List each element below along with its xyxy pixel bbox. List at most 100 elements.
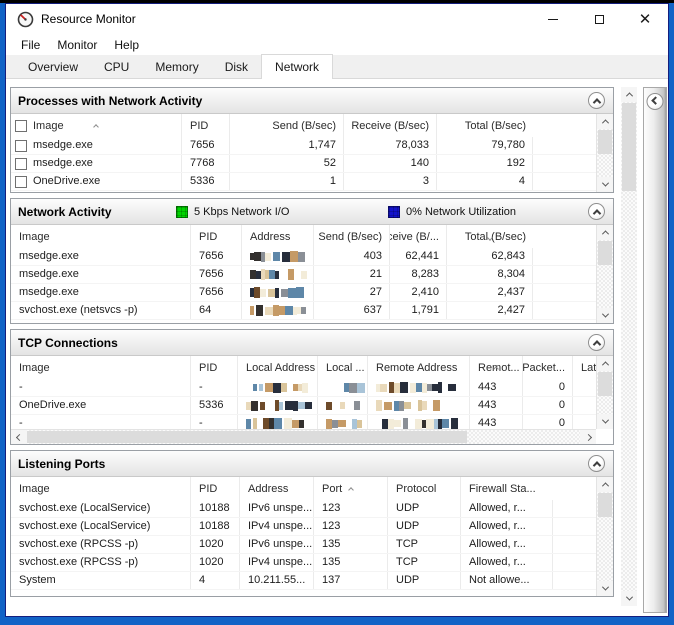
scroll-left-button[interactable] <box>11 430 27 444</box>
table-row-onedrive-exe[interactable]: OneDrive.exe 5336 1 3 4 <box>11 173 596 191</box>
table-row-msedge-exe[interactable]: msedge.exe 7768 52 140 192 <box>11 155 596 173</box>
table-row-msedge-exe[interactable]: msedge.exe 7656 21 8,283 8,304 <box>11 266 596 284</box>
column-header-remote-address[interactable]: Remote Address <box>368 356 470 379</box>
column-header-pid[interactable]: PID <box>191 477 240 500</box>
column-header-pid[interactable]: PID <box>191 225 242 248</box>
scroll-right-button[interactable] <box>580 430 596 444</box>
table-row-svchost-exe-localservice[interactable]: svchost.exe (LocalService) 10188 IPv4 unsp… <box>11 518 596 536</box>
scrollbar-thumb[interactable] <box>27 431 467 443</box>
tab-overview[interactable]: Overview <box>15 57 91 78</box>
maximize-icon <box>594 14 604 24</box>
redacted-address <box>250 251 305 263</box>
menu-help[interactable]: Help <box>107 36 146 54</box>
column-header-send-b-sec[interactable]: Send (B/sec) <box>314 225 390 248</box>
main-vertical-scrollbar[interactable] <box>621 87 637 606</box>
scroll-down-button[interactable] <box>597 414 613 429</box>
horizontal-scrollbar[interactable] <box>11 429 596 444</box>
row-filler <box>533 155 596 172</box>
column-header-image[interactable]: Image <box>11 225 191 248</box>
column-header-image[interactable]: Image <box>11 356 191 379</box>
menu-monitor[interactable]: Monitor <box>50 36 104 54</box>
row-checkbox[interactable] <box>15 139 27 152</box>
vertical-scrollbar[interactable] <box>596 114 613 192</box>
column-header-local[interactable]: Local ... <box>318 356 368 379</box>
column-header-total-b-sec[interactable]: Total (B/sec) <box>447 225 533 248</box>
column-header-packet[interactable]: Packet... <box>523 356 573 379</box>
scrollbar-thumb[interactable] <box>598 130 612 154</box>
vertical-scrollbar[interactable] <box>596 477 613 596</box>
table-row-msedge-exe[interactable]: msedge.exe 7656 27 2,410 2,437 <box>11 284 596 302</box>
select-all-checkbox[interactable] <box>15 119 27 132</box>
close-button[interactable]: ✕ <box>622 4 668 34</box>
collapse-button[interactable] <box>588 203 605 220</box>
scroll-up-button[interactable] <box>597 114 613 129</box>
collapse-button[interactable] <box>588 455 605 472</box>
column-header-image[interactable]: Image <box>11 114 182 137</box>
table-row-onedrive-exe[interactable]: OneDrive.exe 5336 443 0 <box>11 397 596 415</box>
title-bar[interactable]: Resource Monitor ✕ <box>6 4 668 34</box>
tab-disk[interactable]: Disk <box>212 57 261 78</box>
expand-views-button[interactable] <box>646 93 664 110</box>
column-header-local-address[interactable]: Local Address <box>238 356 318 379</box>
column-header-protocol[interactable]: Protocol <box>388 477 461 500</box>
table-row-svchost-exe-netsvcs-p[interactable]: svchost.exe (netsvcs -p) 64 637 1,791 2,427 <box>11 302 596 320</box>
tab-cpu[interactable]: CPU <box>91 57 142 78</box>
section-header[interactable]: Network Activity 5 Kbps Network I/O 0% N… <box>11 199 613 225</box>
table-row-system[interactable]: System 4 10.211.55... 137 UDP Not allowe... <box>11 572 596 590</box>
scroll-up-button[interactable] <box>597 356 613 371</box>
cell-text: 2,427 <box>497 304 525 316</box>
scrollbar-thumb[interactable] <box>598 493 612 517</box>
row-filler <box>533 173 596 190</box>
section-header[interactable]: TCP Connections <box>11 330 613 356</box>
tab-memory[interactable]: Memory <box>142 57 211 78</box>
maximize-button[interactable] <box>576 4 622 34</box>
section-header[interactable]: Processes with Network Activity <box>11 88 613 114</box>
column-header-remot[interactable]: Remot... <box>470 356 523 379</box>
collapse-button[interactable] <box>588 92 605 109</box>
scrollbar-thumb[interactable] <box>598 241 612 265</box>
scroll-up-button[interactable] <box>597 477 613 492</box>
column-header-receive-b-sec[interactable]: Receive (B/sec) <box>344 114 437 137</box>
vertical-scrollbar[interactable] <box>596 225 613 323</box>
column-header-address[interactable]: Address <box>242 225 314 248</box>
scroll-down-button[interactable] <box>597 177 613 192</box>
scroll-down-button[interactable] <box>597 308 613 323</box>
table-row-svchost-exe-rpcss-p[interactable]: svchost.exe (RPCSS -p) 1020 IPv6 unspe... 1… <box>11 536 596 554</box>
scroll-down-button[interactable] <box>621 591 637 606</box>
scrollbar-thumb[interactable] <box>622 103 636 191</box>
table-row-blank[interactable]: - - 443 0 <box>11 415 596 429</box>
redacted-address <box>326 418 364 430</box>
table-row-svchost-exe-localservice[interactable]: svchost.exe (LocalService) 10188 IPv6 unsp… <box>11 500 596 518</box>
scroll-up-button[interactable] <box>621 87 637 102</box>
redacted-address <box>250 305 306 317</box>
column-header-receive-b[interactable]: Receive (B/... <box>390 225 447 248</box>
scroll-up-button[interactable] <box>597 225 613 240</box>
row-checkbox[interactable] <box>15 175 27 188</box>
header-filler <box>533 225 596 248</box>
column-header-pid[interactable]: PID <box>182 114 230 137</box>
table-row-msedge-exe[interactable]: msedge.exe 7656 1,747 78,033 79,780 <box>11 137 596 155</box>
table-row-blank[interactable]: - - 443 0 <box>11 379 596 397</box>
table-row-msedge-exe[interactable]: msedge.exe 7656 403 62,441 62,843 <box>11 248 596 266</box>
cell-text: 5336 <box>190 175 215 187</box>
row-filler <box>553 536 596 553</box>
column-label: Total (B/sec) <box>464 119 526 132</box>
row-checkbox[interactable] <box>15 157 27 170</box>
column-header-firewall-sta[interactable]: Firewall Sta... <box>461 477 553 500</box>
tab-network[interactable]: Network <box>261 54 334 79</box>
section-header[interactable]: Listening Ports <box>11 451 613 477</box>
column-header-image[interactable]: Image <box>11 477 191 500</box>
column-header-late[interactable]: Late... <box>573 356 596 379</box>
minimize-button[interactable] <box>530 4 576 34</box>
column-header-port[interactable]: Port <box>314 477 388 500</box>
collapse-button[interactable] <box>588 334 605 351</box>
vertical-scrollbar[interactable] <box>596 356 613 429</box>
scrollbar-thumb[interactable] <box>598 372 612 396</box>
column-header-pid[interactable]: PID <box>191 356 238 379</box>
column-header-total-b-sec[interactable]: Total (B/sec) <box>437 114 533 137</box>
table-row-svchost-exe-rpcss-p[interactable]: svchost.exe (RPCSS -p) 1020 IPv4 unspe... 1… <box>11 554 596 572</box>
column-header-send-b-sec[interactable]: Send (B/sec) <box>230 114 344 137</box>
scroll-down-button[interactable] <box>597 581 613 596</box>
menu-file[interactable]: File <box>14 36 47 54</box>
column-header-address[interactable]: Address <box>240 477 314 500</box>
